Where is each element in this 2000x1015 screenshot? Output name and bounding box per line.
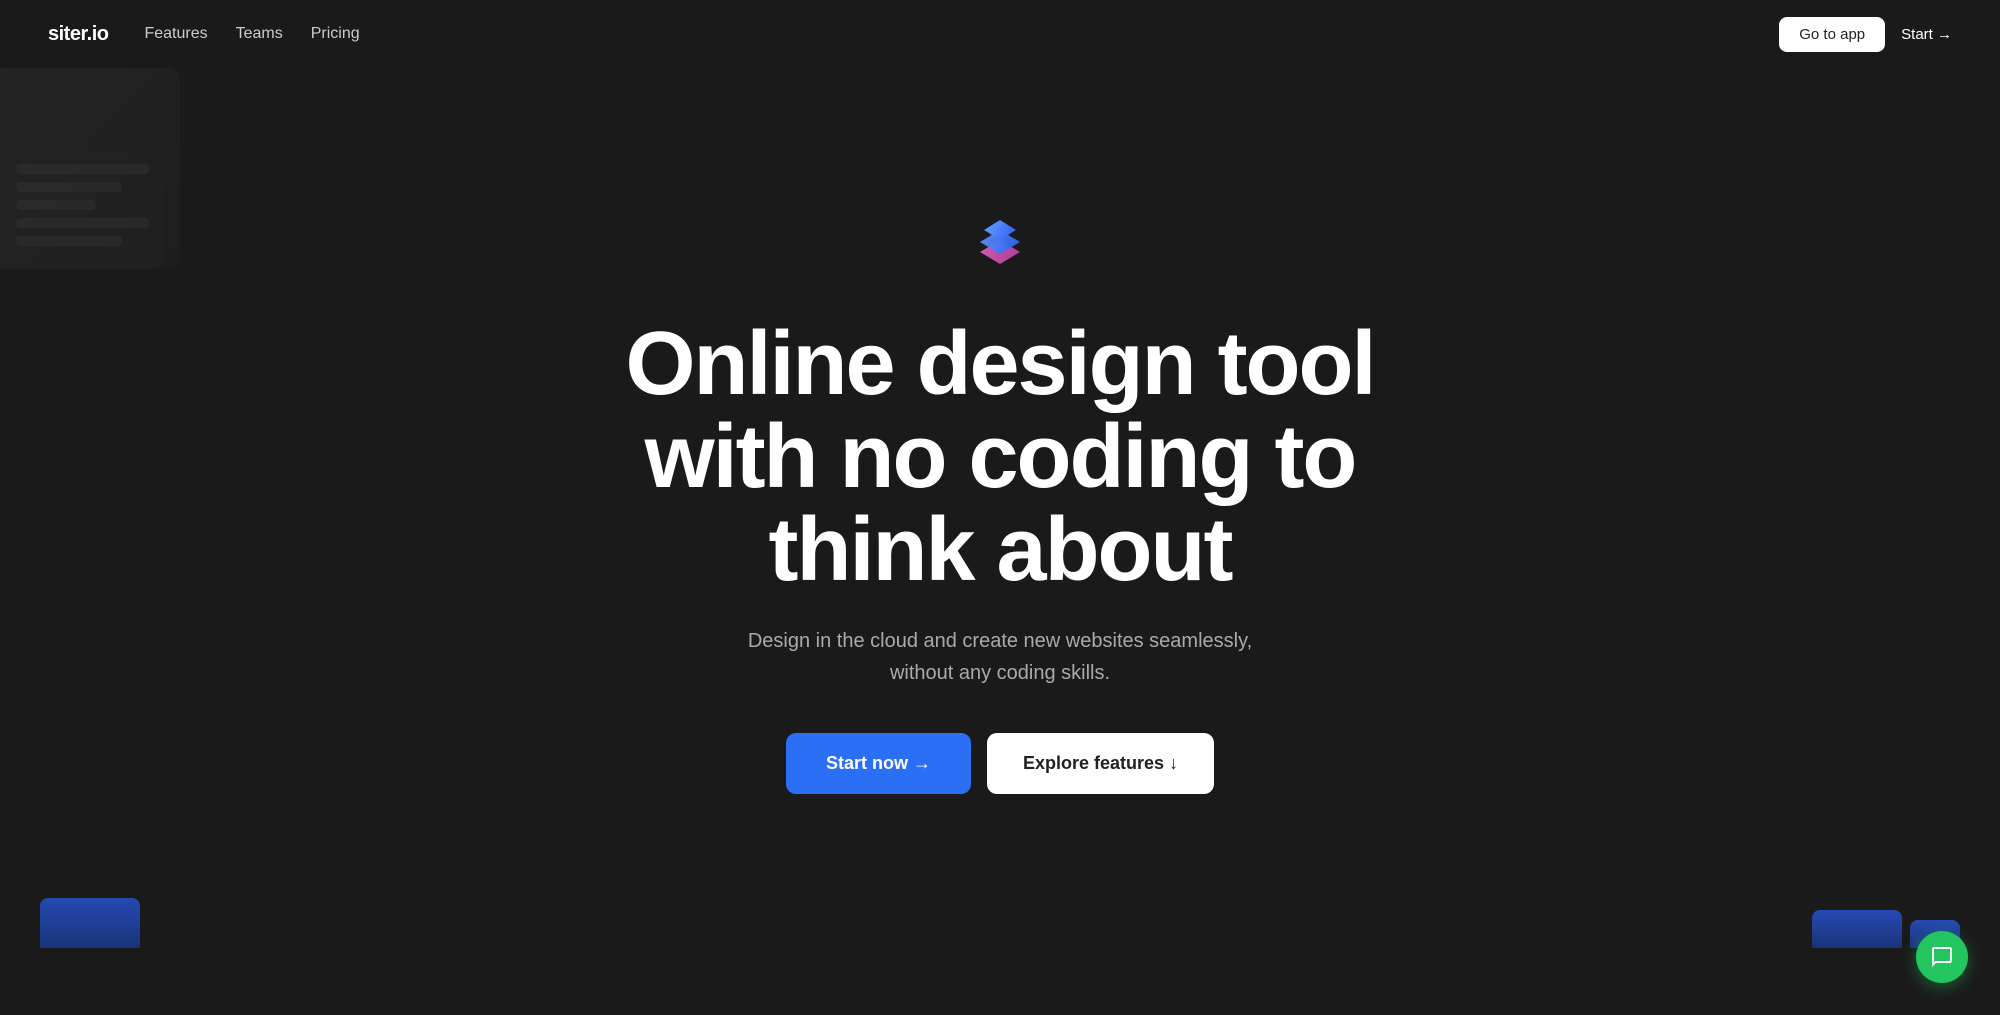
bottom-right-deco-1: [1812, 910, 1902, 948]
explore-features-button[interactable]: Explore features ↓: [987, 733, 1214, 794]
deco-row: [16, 182, 122, 192]
brand-icon: [960, 202, 1040, 282]
go-to-app-button[interactable]: Go to app: [1779, 17, 1885, 52]
start-now-button[interactable]: Start now →: [786, 733, 971, 794]
nav-item-pricing[interactable]: Pricing: [311, 25, 360, 43]
deco-row: [16, 218, 149, 228]
hero-buttons: Start now → Explore features ↓: [786, 733, 1214, 794]
deco-row: [16, 200, 96, 210]
deco-row: [16, 236, 122, 246]
nav-item-teams[interactable]: Teams: [236, 25, 283, 43]
hero-subtitle: Design in the cloud and create new websi…: [740, 625, 1260, 689]
deco-row: [16, 164, 149, 174]
nav-link-teams[interactable]: Teams: [236, 25, 283, 42]
bottom-decorations: [0, 898, 2000, 948]
start-button[interactable]: Start →: [1901, 26, 1952, 43]
hero-title: Online design tool with no coding to thi…: [550, 318, 1450, 596]
nav-link-pricing[interactable]: Pricing: [311, 25, 360, 42]
bottom-left-deco: [40, 898, 140, 948]
logo[interactable]: siter.io: [48, 23, 108, 46]
nav-link-features[interactable]: Features: [144, 25, 207, 42]
side-panel-left: [0, 148, 165, 270]
navbar: siter.io Features Teams Pricing Go to ap…: [0, 0, 2000, 68]
hero-section: Online design tool with no coding to thi…: [0, 68, 2000, 948]
nav-links: Features Teams Pricing: [144, 25, 359, 43]
chat-button[interactable]: [1916, 931, 1968, 983]
nav-right: Go to app Start →: [1779, 17, 1952, 52]
nav-left: siter.io Features Teams Pricing: [48, 23, 360, 46]
nav-item-features[interactable]: Features: [144, 25, 207, 43]
